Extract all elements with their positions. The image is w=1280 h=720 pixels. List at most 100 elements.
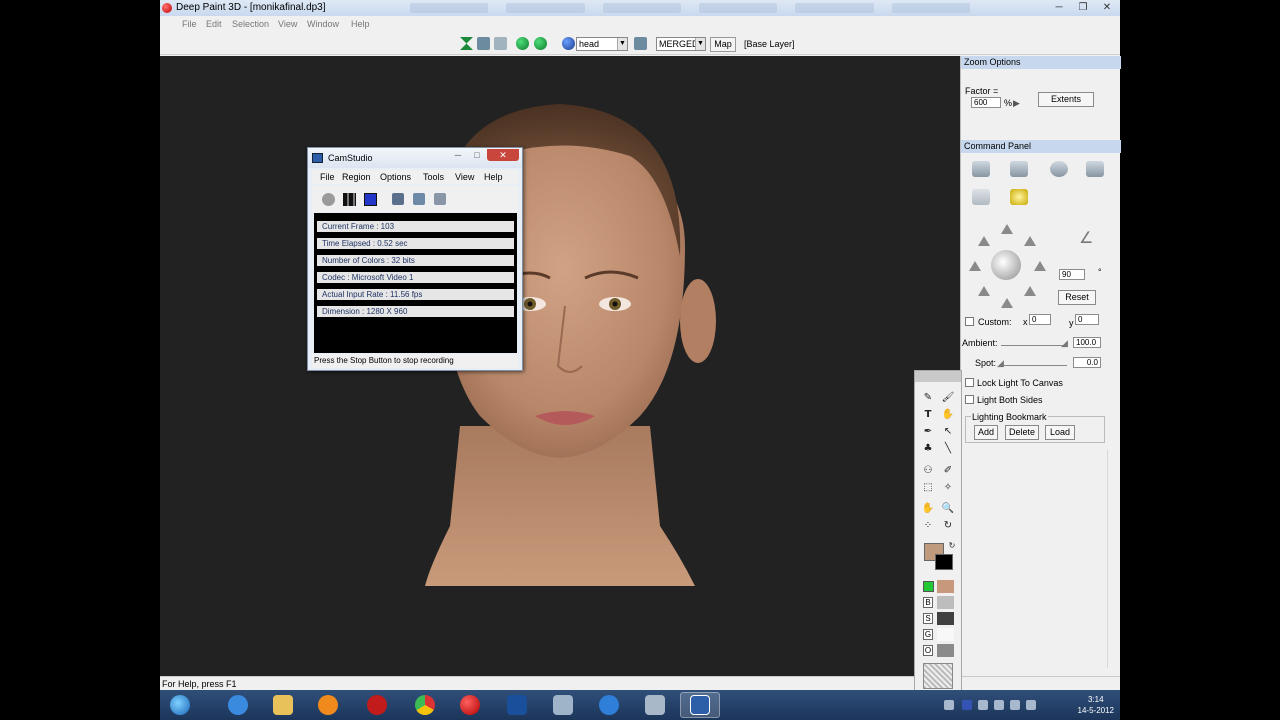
spot-slider-thumb[interactable]: ◢: [997, 358, 1004, 369]
bookmark-scrollbar[interactable]: [1107, 450, 1116, 668]
ambient-input[interactable]: 100.0: [1073, 337, 1101, 348]
lock-light-checkbox[interactable]: [965, 378, 974, 387]
sw-label-s[interactable]: S: [923, 613, 933, 624]
tray-network-icon[interactable]: [994, 700, 1004, 710]
texture-icon[interactable]: [972, 189, 990, 205]
camera-icon[interactable]: [1010, 161, 1028, 177]
cam-menu-view[interactable]: View: [455, 172, 474, 182]
palette-swatch-2[interactable]: [937, 596, 954, 609]
swap-colors-icon[interactable]: ↻: [945, 539, 959, 553]
taskbar-ie[interactable]: [218, 692, 258, 718]
extents-button[interactable]: Extents: [1038, 92, 1094, 107]
sw-label-green[interactable]: [923, 581, 934, 592]
paint-mode-icon[interactable]: [460, 37, 473, 50]
stop-icon[interactable]: [364, 193, 377, 206]
pause-icon[interactable]: [343, 193, 356, 206]
light-arrow-icon[interactable]: [1001, 224, 1013, 234]
custom-x-input[interactable]: 0: [1029, 314, 1051, 325]
pointer-icon[interactable]: ↖: [941, 425, 955, 439]
custom-checkbox[interactable]: [965, 317, 974, 326]
eyedropper-icon[interactable]: ✐: [941, 464, 955, 478]
palette-swatch-1[interactable]: [937, 580, 954, 593]
light-arrow-icon[interactable]: [1024, 286, 1036, 296]
light-arrow-icon[interactable]: [1024, 236, 1036, 246]
taskbar-explorer[interactable]: [263, 692, 303, 718]
rotate-icon[interactable]: ↻: [941, 519, 955, 533]
smudge-icon[interactable]: ✋: [941, 408, 955, 422]
swf-icon[interactable]: [434, 193, 446, 205]
cam-menu-file[interactable]: File: [320, 172, 335, 182]
texture-preview[interactable]: [923, 663, 953, 689]
taskbar-media[interactable]: [308, 692, 348, 718]
zoom-factor-input[interactable]: 600: [971, 97, 1001, 108]
cam-menu-tools[interactable]: Tools: [423, 172, 444, 182]
menu-edit[interactable]: Edit: [206, 19, 222, 29]
light-both-sides-checkbox[interactable]: [965, 395, 974, 404]
clone-icon[interactable]: ⚇: [921, 464, 935, 478]
palette-swatch-5[interactable]: [937, 644, 954, 657]
light-arrow-icon[interactable]: [969, 261, 981, 271]
move-object-icon[interactable]: [534, 37, 547, 50]
camstudio-titlebar[interactable]: CamStudio ─ □ ✕: [308, 148, 522, 168]
light-angle-input[interactable]: 90: [1059, 269, 1085, 280]
map-button[interactable]: Map: [710, 37, 736, 52]
play-arrow-icon[interactable]: ▶: [1013, 98, 1020, 109]
load-bookmark-button[interactable]: Load: [1045, 425, 1075, 440]
tray-battery-icon[interactable]: [1010, 700, 1020, 710]
sw-label-o[interactable]: O: [923, 645, 933, 656]
cam-menu-help[interactable]: Help: [484, 172, 503, 182]
region-icon[interactable]: [392, 193, 404, 205]
text-tool-icon[interactable]: T: [921, 408, 935, 422]
menu-window[interactable]: Window: [307, 19, 339, 29]
start-button[interactable]: [160, 692, 200, 718]
menu-file[interactable]: File: [182, 19, 197, 29]
light-direction-sphere[interactable]: [991, 250, 1021, 280]
pen-icon[interactable]: ✒: [921, 425, 935, 439]
record-icon[interactable]: [322, 193, 335, 206]
light-arrow-icon[interactable]: [1034, 261, 1046, 271]
palette-swatch-3[interactable]: [937, 612, 954, 625]
minimize-icon[interactable]: ─: [449, 149, 467, 161]
ambient-slider-track[interactable]: [1001, 345, 1067, 346]
line-tool-icon[interactable]: ╲: [941, 442, 955, 456]
spot-input[interactable]: 0.0: [1073, 357, 1101, 368]
sw-label-b[interactable]: B: [923, 597, 933, 608]
layers-icon[interactable]: [1086, 161, 1104, 177]
maximize-icon[interactable]: □: [468, 149, 486, 161]
light-arrow-icon[interactable]: [978, 236, 990, 246]
tray-volume-icon[interactable]: [1026, 700, 1036, 710]
spot-slider-track[interactable]: [1001, 365, 1067, 366]
taskbar-chrome[interactable]: [405, 692, 445, 718]
menu-view[interactable]: View: [278, 19, 297, 29]
close-icon[interactable]: ✕: [1096, 1, 1118, 14]
brush-icon[interactable]: 🖌: [941, 391, 955, 405]
delete-bookmark-button[interactable]: Delete: [1005, 425, 1039, 440]
lighting-sphere-icon[interactable]: [1050, 161, 1068, 177]
light-arrow-icon[interactable]: [1001, 298, 1013, 308]
marquee-icon[interactable]: ⬚: [921, 481, 935, 495]
taskbar-acrobat[interactable]: [357, 692, 397, 718]
rotate-object-icon[interactable]: [516, 37, 529, 50]
tool-palette-titlebar[interactable]: [915, 371, 961, 382]
cam-menu-options[interactable]: Options: [380, 172, 411, 182]
taskbar-deep-paint[interactable]: [450, 692, 490, 718]
tray-flag-icon[interactable]: [978, 700, 988, 710]
taskbar-thunder[interactable]: [589, 692, 629, 718]
taskbar-control-panel[interactable]: [635, 692, 675, 718]
light-arrow-icon[interactable]: [978, 286, 990, 296]
custom-y-input[interactable]: 0: [1075, 314, 1099, 325]
reset-button[interactable]: Reset: [1058, 290, 1096, 305]
eraser-icon[interactable]: ✎: [921, 391, 935, 405]
stamp-icon[interactable]: ♣: [921, 442, 935, 456]
tray-arrow-icon[interactable]: [944, 700, 954, 710]
menu-selection[interactable]: Selection: [232, 19, 269, 29]
cam-menu-region[interactable]: Region: [342, 172, 371, 182]
system-clock[interactable]: 3:14 14-5-2012: [1078, 694, 1114, 716]
menu-help[interactable]: Help: [351, 19, 370, 29]
tray-camstudio-icon[interactable]: [962, 700, 972, 710]
taskbar-camstudio[interactable]: [680, 692, 720, 718]
light-bulb-icon[interactable]: [1010, 189, 1028, 205]
brush-tool-icon[interactable]: [972, 161, 990, 177]
hand-icon[interactable]: ✋: [921, 502, 935, 516]
paint-canvas[interactable]: [160, 56, 960, 676]
